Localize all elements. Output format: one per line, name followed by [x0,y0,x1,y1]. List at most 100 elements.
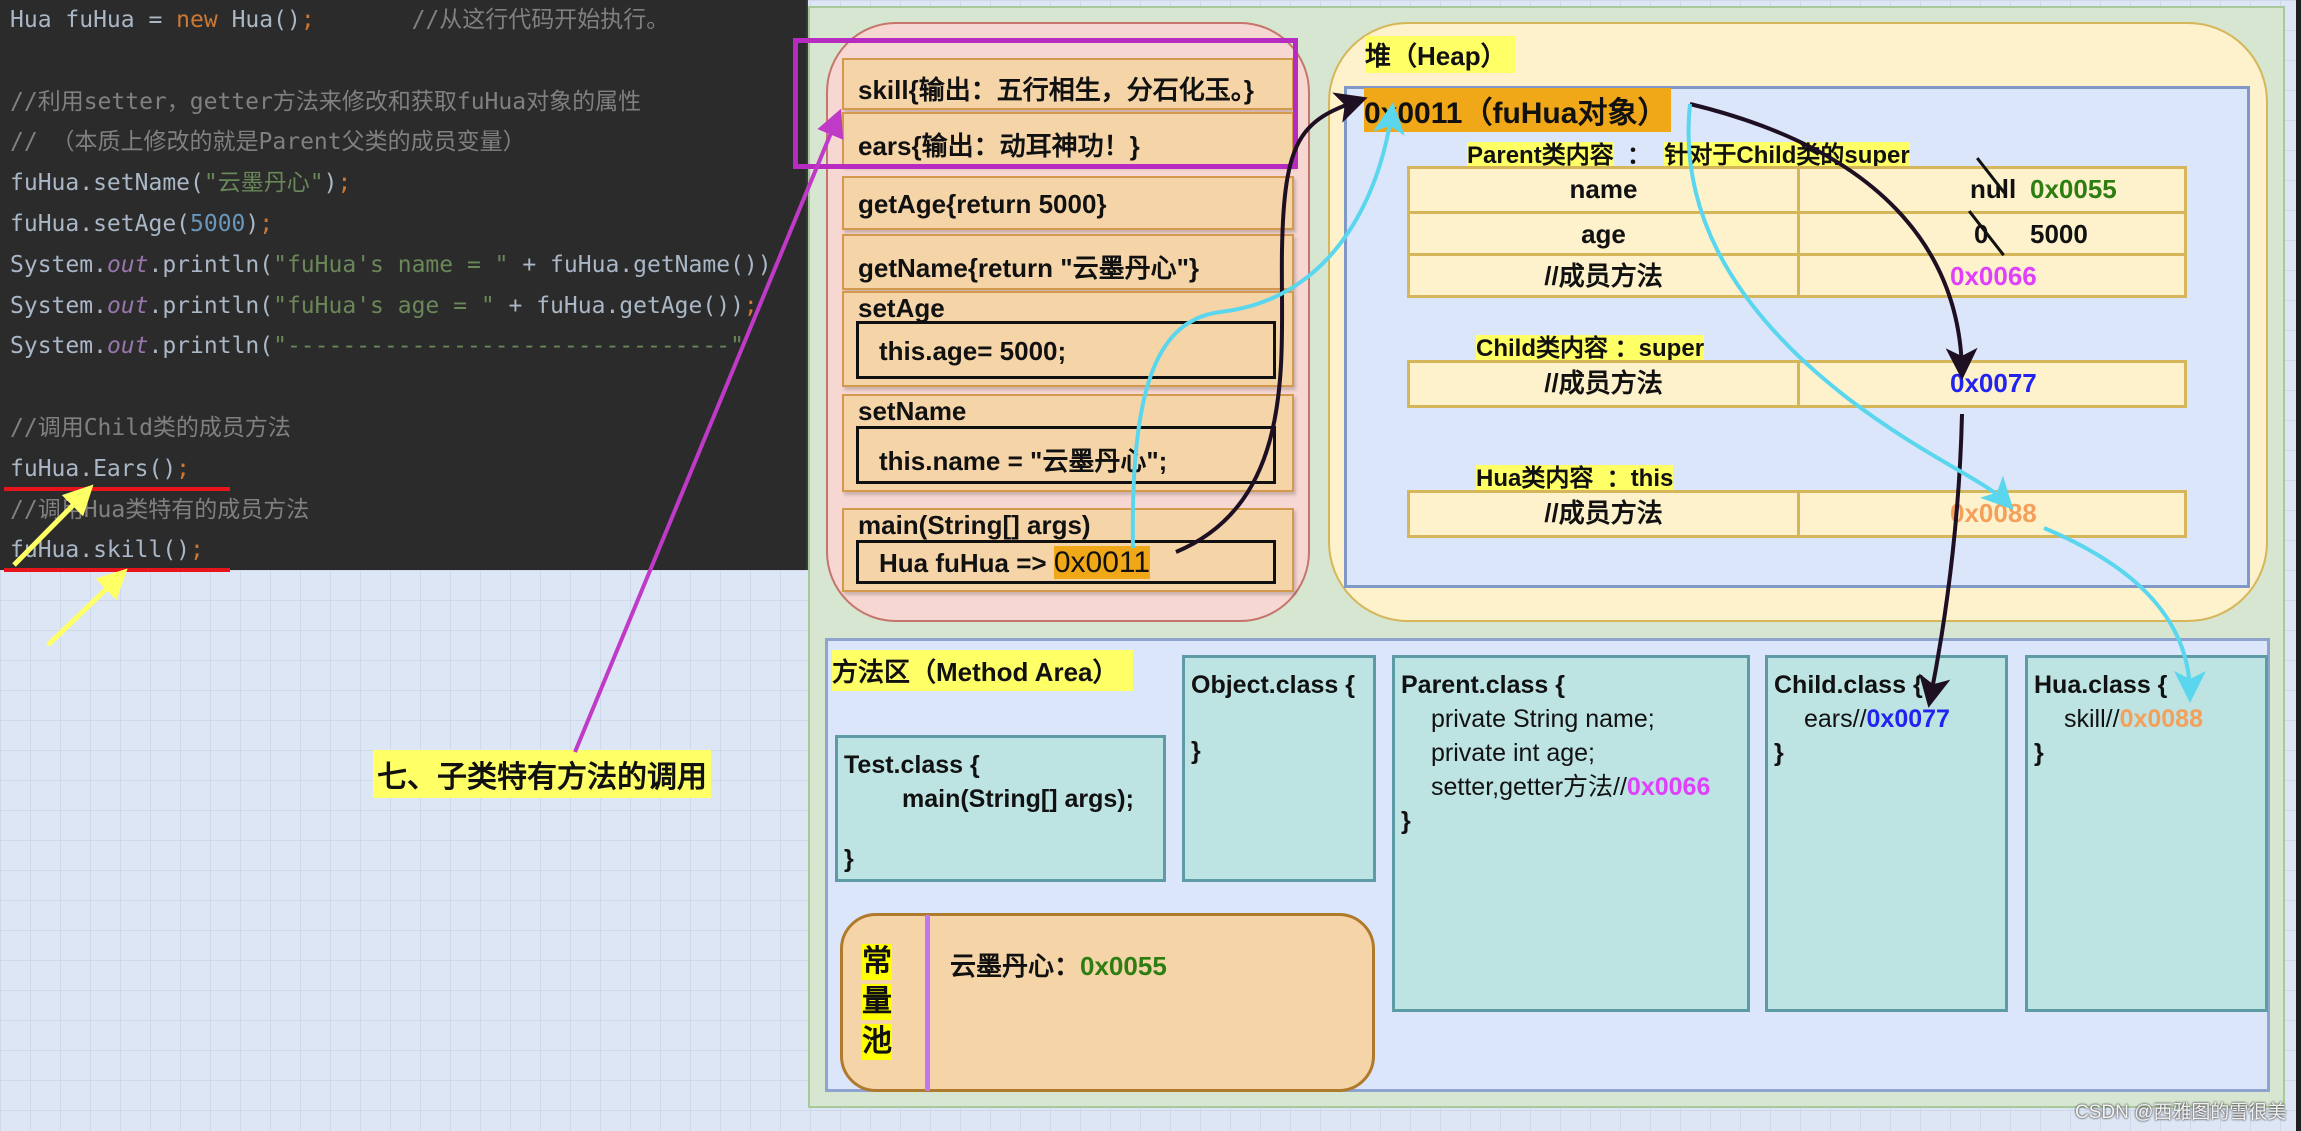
hua-section-label: Hua类内容 ：this [1476,458,1674,493]
code-token: Hua fuHua = [10,7,177,33]
table-row: //成员方法 0x0077 [1410,363,2184,405]
field-value-cell: 0 5000 [1800,210,2184,257]
member-address: 0x0066 [1626,773,1711,801]
frame-body: Hua fuHua => 0x0011 [856,540,1276,584]
main-var-label: Hua fuHua => [879,548,1054,578]
member-address: 0x0088 [2119,705,2203,733]
code-token: ) [323,170,338,197]
code-token: + fuHua.getName()) [508,251,772,278]
frame-body-text: this.name = "云墨丹心"; [879,446,1168,476]
section-name: Hua类内容 [1476,465,1594,492]
class-box-test: Test.class { main(String[] args); } [835,735,1166,882]
field-value-cell: 0x0088 [1800,493,2184,535]
code-token: System. [10,333,107,360]
stack-frame-getname: getName{return "云墨丹心"} [842,234,1294,290]
code-line: System.out.println("fuHua's name = " + f… [10,250,772,280]
class-header: Object.class { [1191,671,1355,699]
table-row: age 0 5000 [1410,210,2184,257]
code-token: "云墨丹心" [203,170,324,197]
class-member: private int age; [1431,739,1595,767]
code-token: System. [10,292,107,319]
code-line: fuHua.skill(); [10,535,204,565]
section-note: 针对于Child类的super [1664,142,1910,169]
field-value-cell: null 0x0055 [1800,157,2184,211]
entry-text: 云墨丹心： [950,951,1081,981]
frame-body: this.age= 5000; [856,321,1276,379]
code-line: //调用Hua类特有的成员方法 [10,495,309,525]
stack-frame-setage: setAge this.age= 5000; [842,291,1294,387]
code-token: Hua() [217,7,301,33]
code-token: fuHua.setName( [10,170,204,197]
stack-frame-setname: setName this.name = "云墨丹心"; [842,394,1294,492]
code-token: // （本质上修改的就是Parent父类的成员变量） [10,129,526,156]
section-title: 七、子类特有方法的调用 [373,750,711,798]
code-token: ; [259,211,274,237]
field-value: 0x0077 [1950,368,2037,398]
code-token: .println( [148,251,274,278]
field-value: 0x0055 [2030,174,2117,204]
method-area-title: 方法区（Method Area） [832,650,1133,691]
child-section-label: Child类内容 ：super [1476,328,1705,363]
code-token: "fuHua's age = " [273,292,495,319]
yellow-arrow-skill [46,568,128,647]
constant-pool-label-char: 量 [862,984,892,1020]
code-token: .println( [148,333,274,360]
code-token: ; [337,170,352,197]
frame-title: setName [858,396,967,426]
underline-skill-call [4,568,230,572]
field-name: //成员方法 [1410,256,1800,295]
code-token: "--------------------------------" [273,333,744,360]
section-note: super [1638,335,1705,362]
member-label: ears// [1804,705,1867,733]
code-token: out [106,333,149,360]
member-address: 0x0077 [1866,705,1950,733]
member-label: skill// [2064,705,2120,733]
window-edge [2296,0,2301,1131]
code-line: // （本质上修改的就是Parent父类的成员变量） [10,127,526,157]
class-member: skill//0x0088 [2034,702,2259,736]
class-box-child: Child.class { ears//0x0077 } [1765,655,2008,1012]
code-line: fuHua.setAge(5000); [10,209,273,239]
code-token: + fuHua.getAge()) [494,292,744,319]
field-name: //成员方法 [1410,363,1800,405]
field-value: 0x0066 [1950,261,2037,291]
stack-frame-getage: getAge{return 5000} [842,176,1294,230]
code-editor[interactable]: Hua fuHua = new Hua(); //从这行代码开始执行。 //利用s… [0,0,808,570]
field-value-cell: 0x0066 [1800,256,2184,295]
constant-pool-divider [925,915,930,1091]
section-sep: ： [1608,335,1639,362]
member-label: setter,getter方法// [1431,773,1627,801]
class-header: Child.class { [1774,671,1923,699]
code-token: fuHua.Ears() [10,455,177,482]
code-token: //从这行代码开始执行。 [314,7,670,33]
parent-fields-table: name null 0x0055 age 0 5000 //成员方法 0x006… [1407,157,2187,298]
section-name: Child类内容 [1476,335,1608,362]
code-line: System.out.println("--------------------… [10,331,744,361]
class-member: ears//0x0077 [1774,702,1999,736]
frame-label: getAge{return 5000} [858,189,1107,219]
class-header: Hua.class { [2034,671,2168,699]
code-token: out [106,292,149,319]
field-value: 0x0088 [1950,498,2037,528]
constant-pool-label-char: 池 [862,1024,892,1060]
code-token: ) [245,211,260,237]
frame-title: setAge [858,293,945,323]
frame-body: this.name = "云墨丹心"; [856,426,1276,484]
frame-body-text: this.age= 5000; [879,336,1067,366]
hua-methods-table: //成员方法 0x0088 [1407,490,2187,538]
section-sep: ： [1593,465,1631,492]
code-token: .println( [148,292,274,319]
class-close: } [844,845,854,873]
code-token: 5000 [190,211,246,237]
heap-object-label: 0x0011（fuHua对象） [1364,88,1672,132]
code-token: ; [190,537,204,564]
main-var-address: 0x0011 [1053,546,1151,579]
field-name: name [1410,169,1800,211]
class-header: Test.class { [844,751,980,779]
frame-label: getName{return "云墨丹心"} [858,253,1200,283]
field-value: 5000 [2030,219,2088,249]
code-token: //利用setter，getter方法来修改和获取fuHua对象的属性 [10,88,642,115]
constant-pool [840,913,1375,1092]
code-line: //调用Child类的成员方法 [10,413,291,443]
class-member: main(String[] args); [902,785,1134,813]
